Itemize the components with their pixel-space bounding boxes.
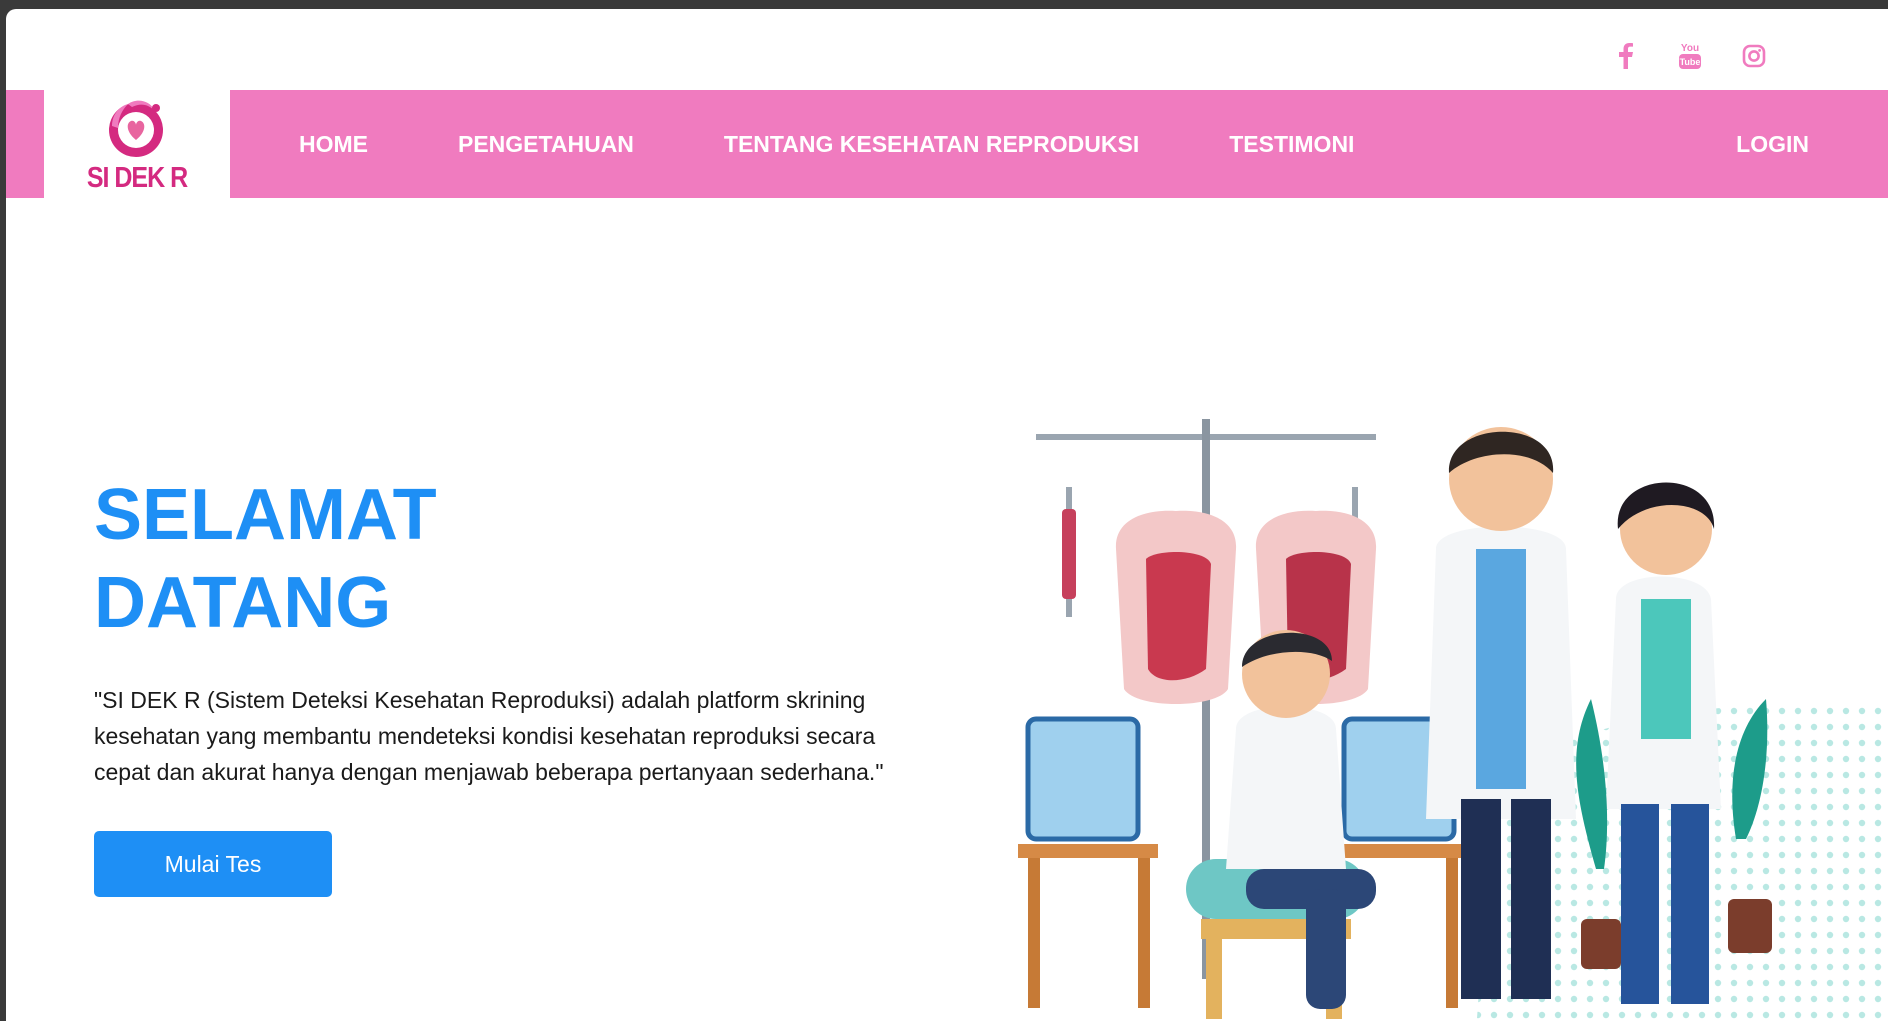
youtube-text-top: You	[1681, 43, 1699, 54]
hero-description: "SI DEK R (Sistem Deteksi Kesehatan Repr…	[94, 687, 884, 785]
start-test-button[interactable]: Mulai Tes	[94, 831, 332, 897]
nav-item-home[interactable]: HOME	[299, 131, 368, 158]
nav-item-tentang-kesehatan-reproduksi[interactable]: TENTANG KESEHATAN REPRODUKSI	[724, 131, 1139, 158]
hero-title-line-2: DATANG	[94, 563, 392, 643]
youtube-text-bottom: Tube	[1680, 57, 1701, 67]
instagram-icon[interactable]	[1740, 39, 1768, 73]
youtube-icon[interactable]: You Tube	[1676, 39, 1704, 73]
logo-icon	[109, 100, 163, 157]
nav-item-testimoni[interactable]: TESTIMONI	[1229, 131, 1354, 158]
login-link[interactable]: LOGIN	[1736, 90, 1809, 198]
facebook-icon[interactable]	[1612, 39, 1640, 73]
logo-text: SI DEK R	[86, 161, 188, 194]
site-logo[interactable]: SI DEK R	[44, 90, 230, 198]
nav-menu: HOME PENGETAHUAN TENTANG KESEHATAN REPRO…	[299, 90, 1444, 198]
hero-title-line-1: SELAMAT	[94, 475, 437, 555]
social-links: You Tube	[1612, 39, 1768, 73]
hero-title: SELAMAT DATANG	[94, 471, 594, 647]
nav-item-pengetahuan[interactable]: PENGETAHUAN	[458, 131, 634, 158]
browser-viewport: You Tube SI DEK R HOME PENGETAHUAN TENTA…	[6, 9, 1888, 1021]
doctors-illustration	[1018, 419, 1888, 1021]
